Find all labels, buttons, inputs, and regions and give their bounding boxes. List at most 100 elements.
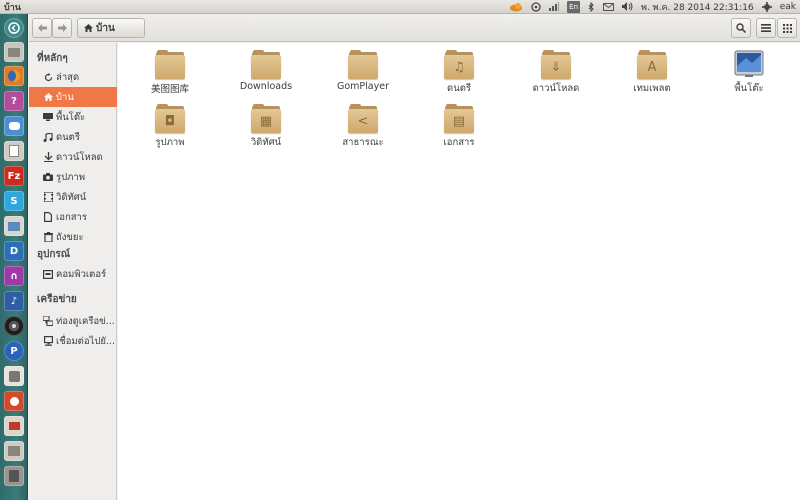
pictures-folder-icon: ◘ — [155, 103, 185, 133]
file-label: ดาวน์โหลด — [532, 83, 580, 94]
file-label: เทมเพลต — [633, 83, 671, 94]
forward-arrow-icon — [57, 24, 67, 32]
software-center-icon[interactable]: ? — [4, 91, 24, 111]
devices-section-title: อุปกรณ์ — [37, 249, 71, 260]
filezilla-icon[interactable]: Fz — [4, 166, 24, 186]
music-player-icon[interactable]: ♪ — [4, 291, 24, 311]
grid-view-button[interactable] — [777, 18, 797, 38]
files-app-icon[interactable] — [4, 42, 24, 62]
sidebar: ที่หลักๆ ล่าสุด บ้าน พื้นโต๊ะ ดนตรี ดาวน… — [29, 43, 117, 500]
file-item-templates[interactable]: A เทมเพลต — [604, 49, 700, 96]
back-button[interactable] — [32, 18, 52, 38]
file-label: GomPlayer — [337, 81, 389, 92]
desktop-folder-icon — [734, 49, 764, 79]
file-label: เอกสาร — [443, 137, 475, 148]
media-disc-icon[interactable] — [4, 316, 24, 336]
file-item-downloads-en[interactable]: Downloads — [218, 49, 314, 92]
sidebar-item-downloads[interactable]: ดาวน์โหลด — [29, 147, 117, 167]
file-view: 美图图库 Downloads GomPlayer ♫ ดนตรี ⇓ ดาวน์… — [118, 43, 800, 500]
file-item-videos[interactable]: ▦ วิดิทัศน์ — [218, 103, 314, 150]
videos-folder-icon: ▦ — [251, 103, 281, 133]
dash-home-icon[interactable] — [4, 18, 24, 38]
sidebar-item-desktop[interactable]: พื้นโต๊ะ — [29, 107, 117, 127]
keyboard-language-indicator[interactable]: En — [567, 0, 581, 13]
file-label: 美图图库 — [150, 84, 189, 95]
recorder-icon[interactable] — [4, 391, 24, 411]
file-label: วิดิทัศน์ — [250, 137, 282, 148]
mail-icon[interactable] — [603, 1, 615, 13]
workspace-switcher-icon[interactable] — [4, 441, 24, 461]
sidebar-item-label: ถังขยะ — [56, 231, 84, 243]
sync-icon[interactable] — [531, 1, 541, 13]
folder-icon — [251, 49, 281, 79]
trash-icon — [43, 232, 53, 242]
sidebar-item-label: ท่องดูเครือข่... — [56, 315, 115, 327]
file-item-meitu-gallery[interactable]: 美图图库 — [122, 49, 218, 95]
list-view-button[interactable] — [756, 18, 776, 38]
sidebar-item-recent[interactable]: ล่าสุด — [29, 67, 117, 87]
download-icon — [43, 152, 53, 162]
camera-icon — [43, 172, 53, 182]
sidebar-item-browse-network[interactable]: ท่องดูเครือข่... — [29, 311, 117, 331]
trash-launcher-icon[interactable] — [4, 466, 24, 486]
deluge-icon[interactable]: D — [4, 241, 24, 261]
sidebar-item-connect-server[interactable]: เชื่อมต่อไปยั... — [29, 331, 117, 351]
clock-datetime[interactable]: พ. พ.ค. 28 2014 22:31:16 — [641, 0, 754, 14]
sidebar-item-videos[interactable]: วิดิทัศน์ — [29, 187, 117, 207]
music-folder-icon: ♫ — [444, 49, 474, 79]
volume-icon[interactable] — [622, 1, 633, 13]
search-button[interactable] — [731, 18, 751, 38]
session-gear-icon[interactable] — [761, 1, 772, 13]
system-settings-icon[interactable] — [4, 366, 24, 386]
file-item-desktop[interactable]: พื้นโต๊ะ — [701, 49, 797, 96]
sidebar-item-label: บ้าน — [56, 91, 74, 103]
file-item-documents[interactable]: ▤ เอกสาร — [411, 103, 507, 150]
window-title: บ้าน — [4, 2, 21, 13]
bluetooth-icon[interactable] — [588, 1, 595, 13]
file-label: ดนตรี — [447, 83, 471, 94]
file-item-gomplayer[interactable]: GomPlayer — [315, 49, 411, 92]
chart-app-icon[interactable] — [4, 416, 24, 436]
video-icon — [43, 192, 53, 202]
desktop-icon — [43, 112, 53, 122]
cloud-indicator-icon[interactable] — [509, 1, 523, 13]
sidebar-item-label: พื้นโต๊ะ — [56, 111, 86, 123]
file-item-music[interactable]: ♫ ดนตรี — [411, 49, 507, 96]
file-item-pictures[interactable]: ◘ รูปภาพ — [122, 103, 218, 150]
toolbar: บ้าน — [29, 14, 800, 42]
file-label: พื้นโต๊ะ — [734, 83, 764, 94]
places-section-title: ที่หลักๆ — [37, 53, 68, 64]
username[interactable]: eak — [780, 2, 796, 12]
sidebar-item-label: ดาวน์โหลด — [56, 151, 103, 163]
p-app-icon[interactable]: P — [4, 341, 24, 361]
sidebar-item-music[interactable]: ดนตรี — [29, 127, 117, 147]
firefox-icon[interactable] — [4, 66, 24, 86]
signal-icon[interactable] — [549, 1, 560, 13]
file-item-public[interactable]: < สาธารณะ — [315, 103, 411, 150]
sidebar-item-computer[interactable]: คอมพิวเตอร์ — [29, 264, 117, 284]
sidebar-item-documents[interactable]: เอกสาร — [29, 207, 117, 227]
sidebar-item-trash[interactable]: ถังขยะ — [29, 227, 117, 247]
breadcrumb-home[interactable]: บ้าน — [77, 18, 145, 38]
file-item-downloads[interactable]: ⇓ ดาวน์โหลด — [508, 49, 604, 96]
network-section-title: เครือข่าย — [37, 294, 77, 305]
search-icon — [736, 23, 746, 33]
skype-icon[interactable]: S — [4, 191, 24, 211]
sidebar-item-pictures[interactable]: รูปภาพ — [29, 167, 117, 187]
sidebar-item-label: ดนตรี — [56, 131, 80, 143]
documents-folder-icon: ▤ — [444, 103, 474, 133]
sidebar-item-label: ล่าสุด — [56, 71, 80, 83]
file-label: สาธารณะ — [342, 137, 384, 148]
messaging-icon[interactable] — [4, 116, 24, 136]
forward-button[interactable] — [52, 18, 72, 38]
public-folder-icon: < — [348, 103, 378, 133]
file-label: รูปภาพ — [155, 137, 185, 148]
sidebar-item-home[interactable]: บ้าน — [29, 87, 117, 107]
image-viewer-icon[interactable] — [4, 216, 24, 236]
list-view-icon — [761, 24, 771, 32]
headphones-icon[interactable]: ∩ — [4, 266, 24, 286]
text-editor-icon[interactable] — [4, 141, 24, 161]
recent-icon — [43, 72, 53, 82]
music-icon — [43, 132, 53, 142]
sidebar-item-label: เอกสาร — [56, 211, 87, 223]
